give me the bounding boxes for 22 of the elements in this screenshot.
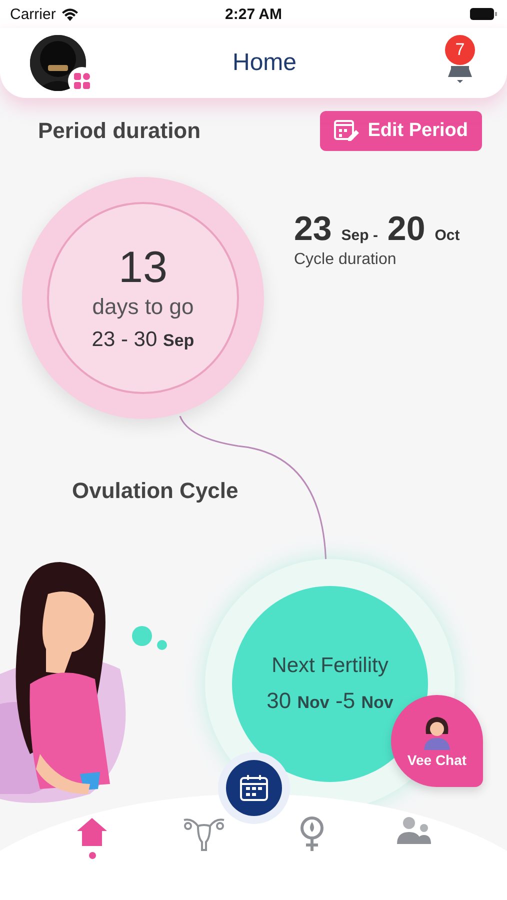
edit-period-button[interactable]: Edit Period <box>320 111 482 151</box>
female-icon <box>298 816 325 852</box>
fertility-dates: 30 Nov -5 Nov <box>266 688 394 714</box>
carrier-label: Carrier <box>10 6 56 22</box>
wifi-icon <box>60 8 79 20</box>
avatar-icon <box>422 714 452 750</box>
home-icon <box>75 816 110 848</box>
days-count: 13 <box>118 244 168 292</box>
notification-badge: 7 <box>445 35 475 65</box>
cycle-dates: 23 Sep - 20 Oct <box>294 210 460 249</box>
calendar-edit-icon <box>334 119 360 143</box>
calendar-icon <box>240 775 268 801</box>
page-title: Home <box>232 49 297 77</box>
section-title: Period duration <box>38 118 201 144</box>
fertility-title: Next Fertility <box>272 654 388 678</box>
clock-time: 2:27 AM <box>225 6 282 22</box>
people-icon <box>396 816 432 846</box>
battery-icon <box>470 8 497 20</box>
period-range: 23 - 30 Sep <box>92 328 194 352</box>
cycle-label: Cycle duration <box>294 251 398 269</box>
days-label: days to go <box>92 294 194 320</box>
section-title: Ovulation Cycle <box>72 478 238 504</box>
